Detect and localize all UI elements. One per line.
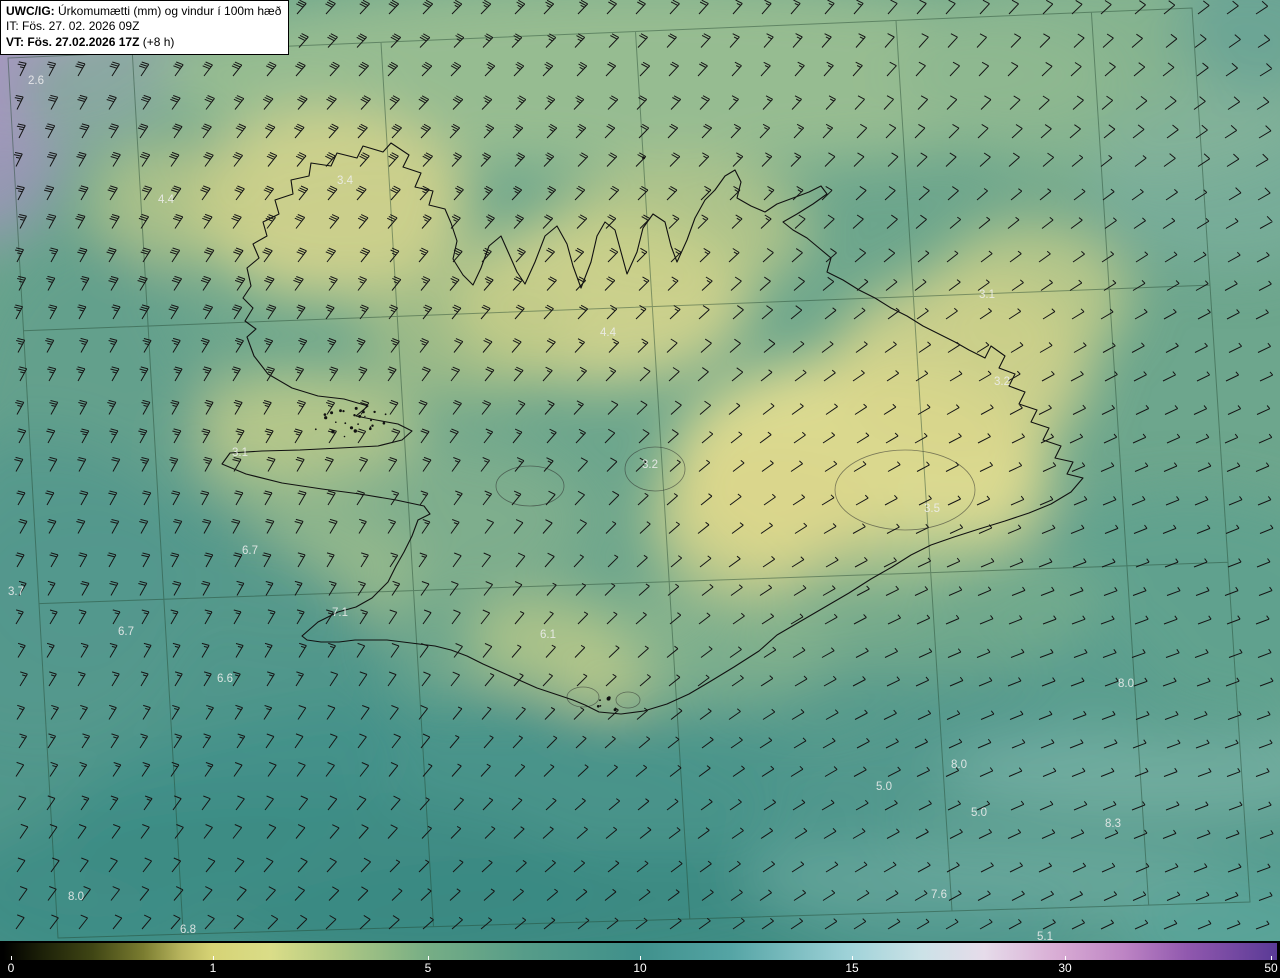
- precip-value-label: 5.0: [971, 807, 987, 819]
- island-dot: [596, 705, 600, 708]
- precip-blob: [780, 530, 1100, 670]
- precip-value-label: 6.7: [242, 545, 258, 557]
- island-dot: [335, 421, 337, 424]
- colorbar-tick-mark: [428, 956, 429, 960]
- precip-value-label: 6.1: [540, 629, 556, 641]
- island-dot: [353, 429, 357, 433]
- island-dot: [607, 696, 611, 700]
- island-dot: [323, 413, 327, 416]
- colorbar-tick-mark: [1271, 956, 1272, 960]
- precip-value-label: 3.2: [994, 376, 1010, 388]
- precip-value-label: 8.0: [1118, 678, 1134, 690]
- valid-time: VT: Fös. 27.02.2026 17Z: [6, 34, 140, 49]
- colorbar-tick-mark: [213, 956, 214, 960]
- weather-map-stage: 2.6 4.4 3.4 4.4 3.1 3.2 3.1 3.2 3.5 6.7 3.7 6.7 7.1 6…: [0, 0, 1280, 978]
- colorbar-tick-mark: [852, 956, 853, 960]
- precip-value-label: 8.3: [1105, 818, 1121, 830]
- precip-value-label: 6.7: [118, 626, 134, 638]
- island-dot: [371, 424, 374, 427]
- precip-value-label: 4.4: [600, 327, 617, 339]
- precip-value-label: 3.1: [232, 447, 248, 459]
- precip-value-label: 3.4: [337, 175, 354, 187]
- colorbar-tick-label: 30: [1058, 961, 1072, 975]
- precip-value-label: 2.6: [28, 75, 44, 87]
- colorbar-tick-label: 50: [1264, 961, 1278, 975]
- colorbar-tick-mark: [1065, 956, 1066, 960]
- island-dot: [384, 413, 387, 416]
- precip-value-label: 5.1: [1037, 931, 1053, 941]
- colorbar-tick-mark: [11, 956, 12, 960]
- colorbar-tick-label: 1: [209, 961, 217, 975]
- island-dot: [344, 422, 347, 425]
- island-dot: [369, 426, 372, 428]
- init-time: IT: Fös. 27. 02. 2026 09Z: [6, 19, 140, 34]
- precip-value-label: 6.8: [180, 924, 196, 936]
- precip-value-label: 3.2: [642, 459, 658, 471]
- island-dot: [382, 421, 386, 425]
- island-dot: [599, 705, 602, 707]
- island-dot: [354, 406, 358, 410]
- precip-value-label: 7.6: [931, 889, 947, 901]
- precip-value-label: 3.5: [924, 503, 940, 515]
- island-dot: [314, 428, 317, 431]
- island-dot: [358, 415, 361, 418]
- precip-value-label: 3.7: [8, 586, 24, 598]
- colorbar-tick-label: 10: [633, 961, 647, 975]
- precip-blob: [550, 160, 810, 300]
- precip-value-label: 8.0: [951, 759, 967, 771]
- title-line: UWC/IG: Úrkomumætti (mm) og vindur í 100…: [6, 4, 281, 19]
- map-title: Úrkomumætti (mm) og vindur í 100m hæð: [54, 4, 282, 18]
- precip-blob: [270, 440, 590, 600]
- colorbar-tick-mark: [640, 956, 641, 960]
- colorbar-ticks: 0 1 5 10 15 30 50: [3, 956, 1278, 976]
- island-dot: [364, 415, 366, 418]
- island-dot: [349, 426, 354, 430]
- precip-value-label: 5.0: [876, 781, 892, 793]
- island-dot: [324, 416, 328, 420]
- title-box: UWC/IG: Úrkomumætti (mm) og vindur í 100…: [0, 0, 290, 56]
- island-dot: [339, 409, 342, 413]
- map-canvas: 2.6 4.4 3.4 4.4 3.1 3.2 3.1 3.2 3.5 6.7 3.7 6.7 7.1 6…: [0, 0, 1280, 941]
- island-dot: [373, 410, 376, 414]
- island-dot: [342, 410, 345, 413]
- precip-value-label: 4.4: [158, 194, 175, 206]
- colorbar-tick-label: 0: [7, 961, 15, 975]
- island-dot: [353, 414, 356, 417]
- island-dot: [370, 419, 372, 422]
- precip-blob: [360, 260, 580, 400]
- island-dot: [357, 423, 359, 425]
- precip-value-label: 7.1: [332, 607, 348, 619]
- island-dot: [330, 411, 334, 415]
- precip-value-label: 8.0: [68, 891, 84, 903]
- island-dot: [599, 699, 601, 702]
- island-dot: [343, 435, 346, 438]
- colorbar: 0 1 5 10 15 30 50: [0, 941, 1280, 978]
- colorbar-tick-label: 15: [845, 961, 859, 975]
- product-code: UWC/IG:: [6, 4, 55, 18]
- colorbar-tick-label: 5: [424, 961, 432, 975]
- valid-offset: (+8 h): [139, 34, 175, 49]
- precip-value-label: 3.1: [979, 289, 995, 301]
- valid-time-line: VT: Fös. 27.02.2026 17Z (+8 h): [6, 35, 281, 50]
- precip-value-label: 6.6: [217, 673, 233, 685]
- island-dot: [369, 427, 372, 431]
